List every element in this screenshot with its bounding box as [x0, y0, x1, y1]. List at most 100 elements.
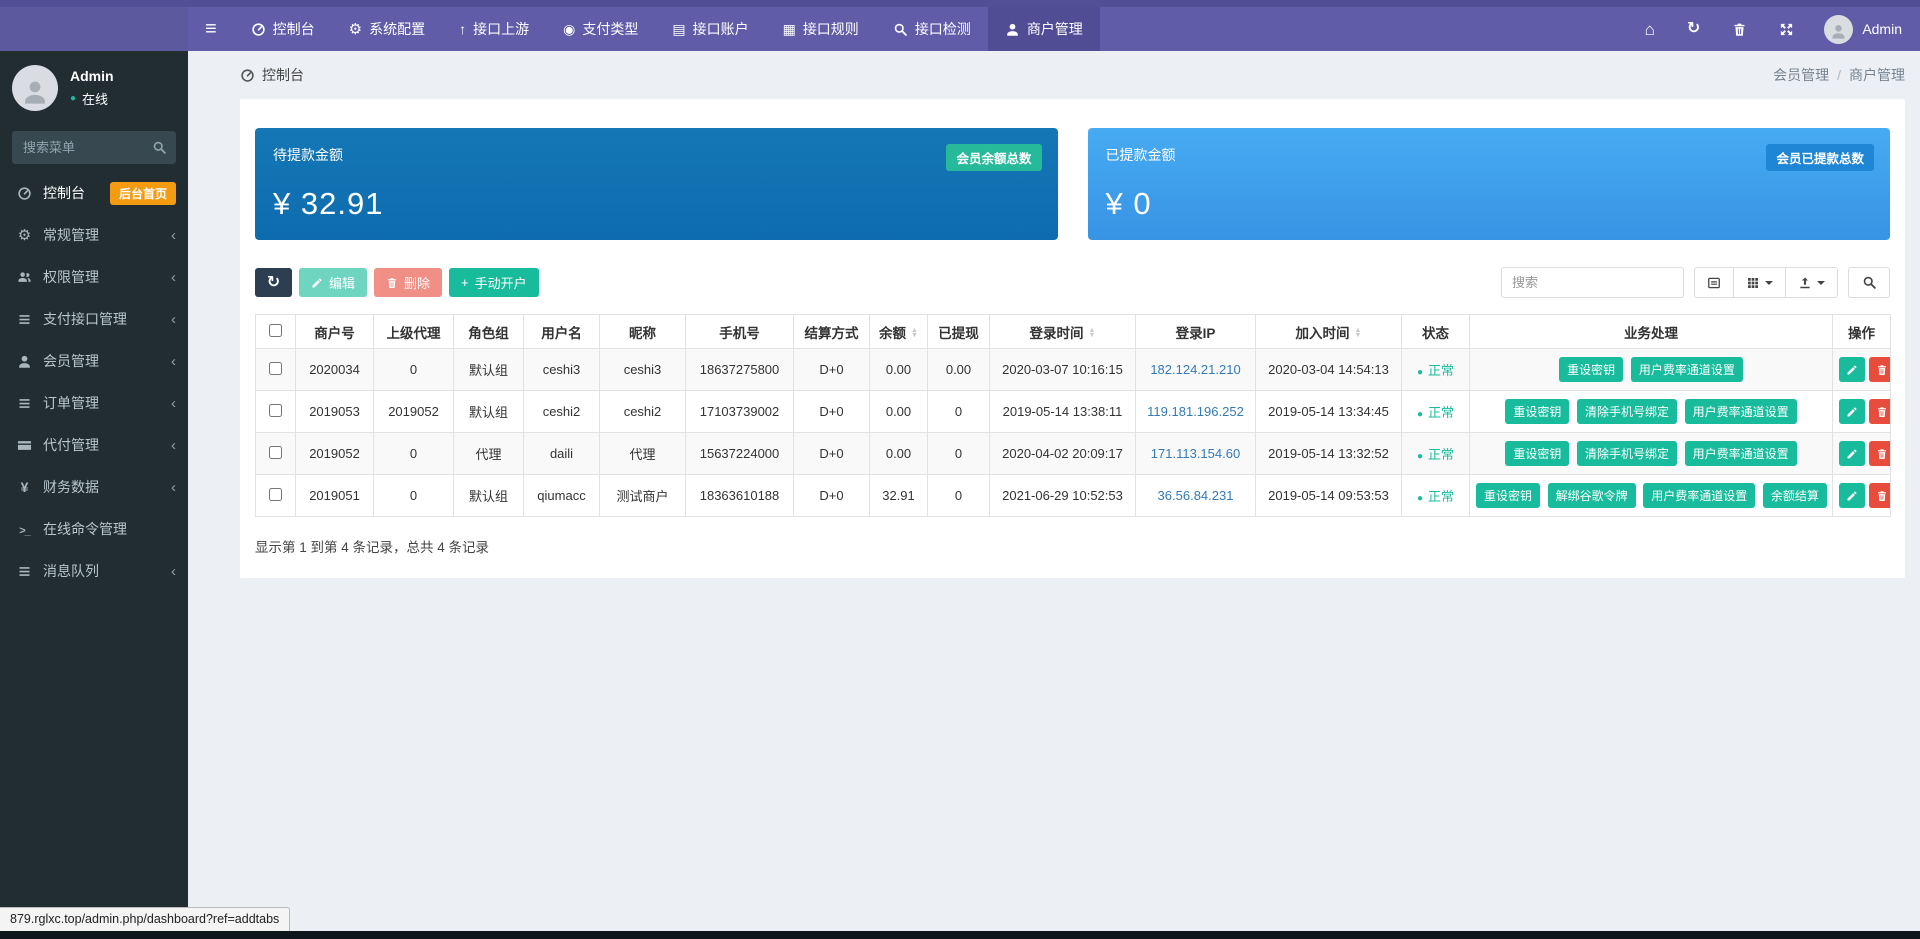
sidebar-item-dashboard[interactable]: 控制台后台首页	[0, 172, 188, 214]
reset-key-button[interactable]: 重设密钥	[1476, 483, 1540, 508]
home-badge: 后台首页	[110, 182, 176, 205]
chevron-left-icon	[171, 396, 176, 411]
row-checkbox[interactable]	[269, 488, 282, 501]
ip-link[interactable]: 36.56.84.231	[1158, 488, 1234, 503]
user-rate-channel-button[interactable]: 用户费率通道设置	[1631, 357, 1743, 382]
reset-key-button[interactable]: 重设密钥	[1559, 357, 1623, 382]
sidebar-item-message-queue[interactable]: 消息队列	[0, 550, 188, 592]
row-checkbox[interactable]	[269, 446, 282, 459]
col-phone[interactable]: 手机号	[686, 315, 794, 349]
search-toggle-button[interactable]	[1848, 267, 1890, 298]
nav-item-dashboard[interactable]: 控制台	[234, 7, 332, 51]
file-icon	[672, 22, 685, 36]
top-navbar: 控制台 系统配置 接口上游 支付类型 接口账户 接口规则 接口检测 商户管理 A…	[0, 7, 1920, 51]
clear-phone-binding-button[interactable]: 清除手机号绑定	[1577, 441, 1677, 466]
col-join-time[interactable]: 加入时间	[1256, 315, 1402, 349]
row-delete-button[interactable]	[1869, 441, 1891, 466]
sidebar-item-permissions[interactable]: 权限管理	[0, 256, 188, 298]
refresh-button[interactable]	[1671, 7, 1716, 51]
sidebar-toggle-button[interactable]	[188, 7, 234, 51]
clear-phone-binding-button[interactable]: 清除手机号绑定	[1577, 399, 1677, 424]
manual-open-account-button[interactable]: +手动开户	[449, 268, 539, 297]
sort-icon[interactable]	[911, 328, 918, 338]
fullscreen-button[interactable]	[1763, 7, 1810, 51]
row-checkbox[interactable]	[269, 362, 282, 375]
nav-item-interface-account[interactable]: 接口账户	[655, 7, 765, 51]
dashboard-icon	[251, 22, 266, 37]
col-username[interactable]: 用户名	[524, 315, 600, 349]
export-button[interactable]	[1785, 267, 1838, 298]
grid-icon	[783, 22, 796, 36]
nav-item-system-config[interactable]: 系统配置	[332, 7, 442, 51]
edit-button[interactable]: 编辑	[299, 268, 367, 297]
columns-button[interactable]	[1733, 267, 1786, 298]
row-edit-button[interactable]	[1839, 441, 1865, 466]
sort-icon[interactable]	[1355, 328, 1362, 338]
col-login-time[interactable]: 登录时间	[990, 315, 1136, 349]
card-badge: 会员已提款总数	[1766, 144, 1874, 171]
col-role-group[interactable]: 角色组	[454, 315, 524, 349]
ip-link[interactable]: 171.113.154.60	[1151, 446, 1240, 461]
browser-status-bar: 879.rglxc.top/admin.php/dashboard?ref=ad…	[0, 907, 290, 931]
sort-icon[interactable]	[1089, 328, 1096, 338]
dashboard-icon	[17, 186, 32, 201]
sidebar-item-online-command[interactable]: 在线命令管理	[0, 508, 188, 550]
col-login-ip[interactable]: 登录IP	[1136, 315, 1256, 349]
sidebar-item-payouts[interactable]: 代付管理	[0, 424, 188, 466]
unbind-google-token-button[interactable]: 解绑谷歌令牌	[1548, 483, 1636, 508]
nav-item-interface-upstream[interactable]: 接口上游	[442, 7, 546, 51]
status-dot-icon	[1417, 410, 1423, 420]
row-edit-button[interactable]	[1839, 399, 1865, 424]
toggle-view-button[interactable]	[1694, 267, 1734, 298]
table-search-input[interactable]	[1501, 267, 1684, 298]
main-content: 控制台 会员管理 / 商户管理 待提款金额 ¥ 32.91 会员余额总数 已提款…	[188, 51, 1920, 931]
row-checkbox[interactable]	[269, 404, 282, 417]
user-rate-channel-button[interactable]: 用户费率通道设置	[1643, 483, 1755, 508]
delete-button[interactable]: 删除	[374, 268, 442, 297]
cell-settle-mode: D+0	[794, 349, 870, 391]
breadcrumb-item-members[interactable]: 会员管理	[1773, 65, 1829, 85]
refresh-table-button[interactable]	[255, 268, 292, 297]
delete-button-label: 删除	[404, 273, 430, 292]
sidebar-item-finance[interactable]: 财务数据	[0, 466, 188, 508]
trash-icon	[1732, 22, 1747, 37]
row-edit-button[interactable]	[1839, 357, 1865, 382]
cell-login-ip: 182.124.21.210	[1136, 349, 1256, 391]
col-nickname[interactable]: 昵称	[600, 315, 686, 349]
ip-link[interactable]: 119.181.196.252	[1147, 404, 1244, 419]
nav-item-merchant-management[interactable]: 商户管理	[988, 7, 1100, 51]
home-button[interactable]	[1629, 7, 1671, 51]
user-rate-channel-button[interactable]: 用户费率通道设置	[1685, 441, 1797, 466]
sidebar-item-label: 消息队列	[43, 561, 162, 581]
avatar	[12, 65, 58, 111]
sidebar-item-orders[interactable]: 订单管理	[0, 382, 188, 424]
sidebar-item-payment-interface[interactable]: 支付接口管理	[0, 298, 188, 340]
ip-link[interactable]: 182.124.21.210	[1150, 362, 1240, 377]
col-withdrawn[interactable]: 已提现	[928, 315, 990, 349]
select-all-checkbox[interactable]	[269, 324, 282, 337]
cell-settle-mode: D+0	[794, 391, 870, 433]
col-parent-agent[interactable]: 上级代理	[374, 315, 454, 349]
navbar-user-menu[interactable]: Admin	[1810, 15, 1906, 44]
table-row: 2019051 0 默认组 qiumacc 测试商户 18363610188 D…	[256, 475, 1891, 517]
col-status[interactable]: 状态	[1402, 315, 1470, 349]
col-settle-mode[interactable]: 结算方式	[794, 315, 870, 349]
sidebar-item-members[interactable]: 会员管理	[0, 340, 188, 382]
reset-key-button[interactable]: 重设密钥	[1505, 399, 1569, 424]
row-delete-button[interactable]	[1869, 357, 1891, 382]
status-badge: 正常	[1417, 489, 1454, 504]
nav-item-interface-rule[interactable]: 接口规则	[766, 7, 876, 51]
col-merchant-id[interactable]: 商户号	[296, 315, 374, 349]
balance-settle-button[interactable]: 余额结算	[1763, 483, 1827, 508]
reset-key-button[interactable]: 重设密钥	[1505, 441, 1569, 466]
user-rate-channel-button[interactable]: 用户费率通道设置	[1685, 399, 1797, 424]
row-edit-button[interactable]	[1839, 483, 1865, 508]
nav-item-interface-check[interactable]: 接口检测	[876, 7, 988, 51]
row-delete-button[interactable]	[1869, 483, 1891, 508]
row-delete-button[interactable]	[1869, 399, 1891, 424]
nav-item-pay-type[interactable]: 支付类型	[546, 7, 655, 51]
clear-cache-button[interactable]	[1716, 7, 1763, 51]
col-balance[interactable]: 余额	[870, 315, 928, 349]
sidebar-item-general[interactable]: 常规管理	[0, 214, 188, 256]
cell-nickname: 代理	[600, 433, 686, 475]
